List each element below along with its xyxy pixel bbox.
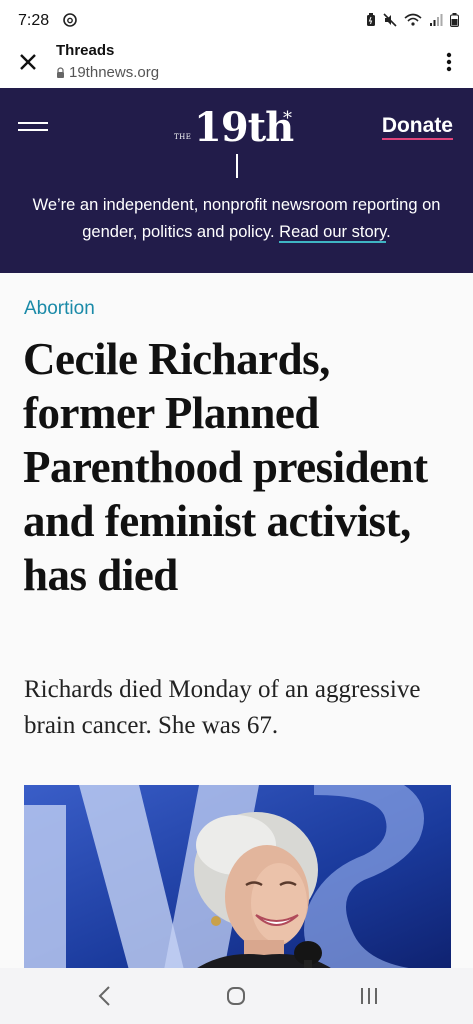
url-text: 19thnews.org (69, 64, 160, 81)
text-cursor (236, 154, 238, 178)
back-icon[interactable] (90, 982, 120, 1010)
category-link[interactable]: Abortion (24, 298, 95, 320)
url-display[interactable]: 19thnews.org (56, 64, 159, 81)
logo-asterisk: * (283, 108, 292, 129)
lock-icon (57, 67, 64, 78)
battery-saver-icon (367, 13, 375, 26)
mute-icon (383, 13, 397, 27)
home-icon[interactable] (221, 982, 251, 1010)
logo-prefix: THE (174, 133, 192, 141)
article-headline: Cecile Richards, former Planned Parentho… (23, 334, 428, 600)
read-our-story-link[interactable]: Read our story (279, 223, 387, 243)
site-logo[interactable]: THE 19th * (174, 104, 304, 154)
status-icons (366, 13, 459, 27)
recents-icon[interactable] (354, 982, 384, 1010)
logo-wordmark: 19th (194, 104, 294, 151)
status-bar: 7:28 (0, 0, 473, 40)
page-title: Threads (56, 42, 115, 59)
article-photo (24, 785, 451, 970)
threads-icon (63, 13, 77, 27)
close-icon[interactable] (14, 48, 42, 76)
status-time: 7:28 (18, 12, 50, 29)
photo-illustration (24, 785, 451, 970)
signal-icon (430, 14, 443, 26)
system-nav-bar (0, 968, 473, 1024)
article-dek: Richards died Monday of an aggressive br… (24, 676, 421, 739)
mission-end: . (386, 223, 391, 241)
site-header: THE 19th * Donate We’re an independent, … (0, 88, 473, 273)
battery-icon (450, 13, 459, 27)
hamburger-menu-icon[interactable] (18, 122, 48, 134)
browser-tab-bar: Threads 19thnews.org (0, 40, 473, 88)
more-vert-icon[interactable] (439, 48, 459, 76)
donate-link[interactable]: Donate (381, 114, 453, 140)
wifi-icon (404, 13, 422, 26)
mission-statement: We’re an independent, nonprofit newsroom… (14, 192, 459, 246)
